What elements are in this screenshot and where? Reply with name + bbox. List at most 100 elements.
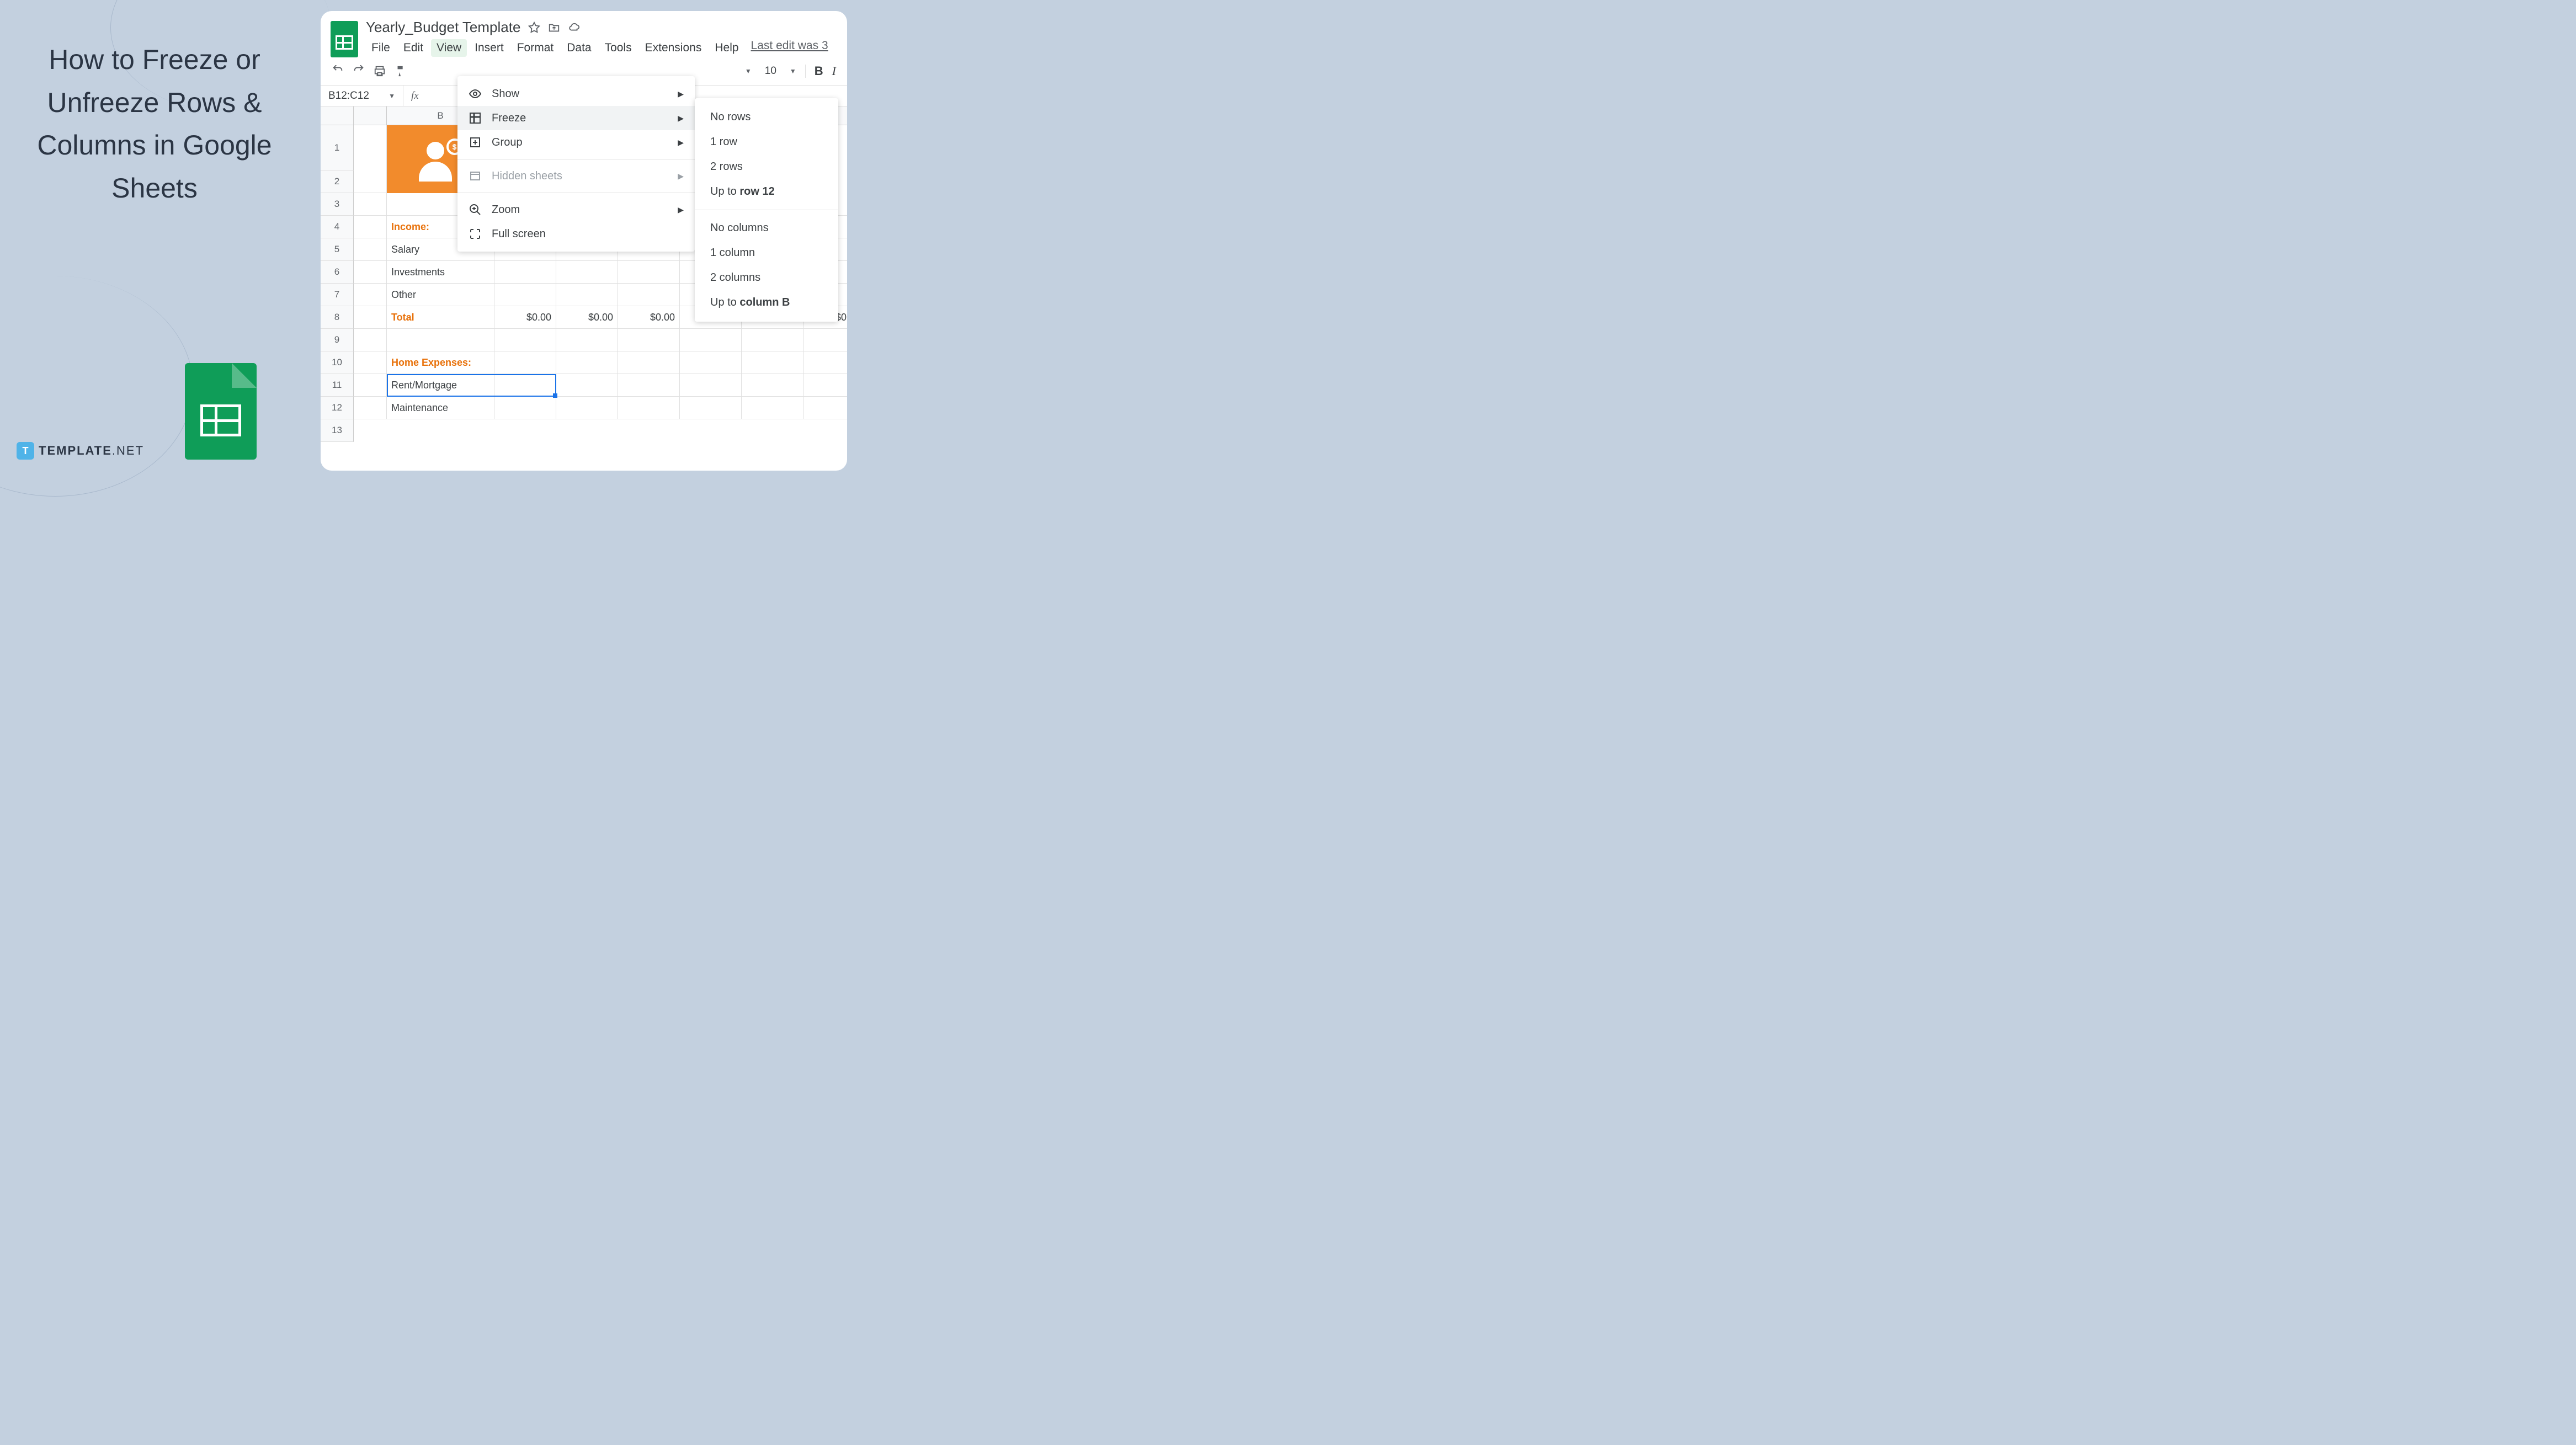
cell[interactable] xyxy=(803,329,847,351)
cell[interactable] xyxy=(742,329,803,351)
cell-total-value[interactable]: $0.00 xyxy=(618,306,680,329)
cell-total-value[interactable]: $0.00 xyxy=(556,306,618,329)
freeze-up-to-row[interactable]: Up to row 12 xyxy=(695,179,838,204)
row-header[interactable]: 6 xyxy=(321,261,354,284)
freeze-no-rows[interactable]: No rows xyxy=(695,105,838,130)
cell[interactable] xyxy=(742,397,803,419)
cell[interactable] xyxy=(556,284,618,306)
menu-extensions[interactable]: Extensions xyxy=(640,39,707,57)
dropdown-icon[interactable]: ▼ xyxy=(388,92,395,100)
cell[interactable] xyxy=(556,329,618,351)
cell[interactable] xyxy=(494,351,556,374)
cell-rent[interactable]: Rent/Mortgage xyxy=(387,374,494,397)
cell[interactable] xyxy=(556,397,618,419)
row-header[interactable]: 7 xyxy=(321,284,354,306)
menu-data[interactable]: Data xyxy=(561,39,597,57)
cell[interactable] xyxy=(387,329,494,351)
cell[interactable] xyxy=(618,374,680,397)
view-menu-freeze[interactable]: Freeze ▶ xyxy=(457,106,695,130)
star-icon[interactable] xyxy=(528,22,540,34)
menu-format[interactable]: Format xyxy=(512,39,560,57)
cell[interactable] xyxy=(556,374,618,397)
row-header[interactable]: 11 xyxy=(321,374,354,397)
row-header[interactable]: 12 xyxy=(321,397,354,419)
freeze-up-to-column[interactable]: Up to column B xyxy=(695,290,838,315)
cell[interactable] xyxy=(494,397,556,419)
last-edit-link[interactable]: Last edit was 3 xyxy=(751,39,828,57)
row-header[interactable]: 8 xyxy=(321,306,354,329)
view-menu-show[interactable]: Show ▶ xyxy=(457,82,695,106)
cell-total-label[interactable]: Total xyxy=(387,306,494,329)
freeze-2-columns[interactable]: 2 columns xyxy=(695,265,838,290)
cell[interactable] xyxy=(618,261,680,284)
cell[interactable] xyxy=(354,261,387,284)
move-folder-icon[interactable] xyxy=(548,22,560,34)
cell[interactable] xyxy=(680,397,742,419)
cell-maintenance[interactable]: Maintenance xyxy=(387,397,494,419)
cell[interactable] xyxy=(556,351,618,374)
name-box[interactable]: B12:C12 ▼ xyxy=(321,86,403,106)
dropdown-icon[interactable]: ▼ xyxy=(790,67,796,75)
menu-view[interactable]: View xyxy=(431,39,467,57)
row-header[interactable]: 13 xyxy=(321,419,354,442)
freeze-2-rows[interactable]: 2 rows xyxy=(695,154,838,179)
cloud-status-icon[interactable] xyxy=(568,22,580,34)
freeze-1-row[interactable]: 1 row xyxy=(695,130,838,154)
menu-help[interactable]: Help xyxy=(709,39,744,57)
cell-investments[interactable]: Investments xyxy=(387,261,494,284)
cell[interactable] xyxy=(354,374,387,397)
cell[interactable] xyxy=(618,397,680,419)
cell[interactable] xyxy=(354,351,387,374)
cell-home-expenses-label[interactable]: Home Expenses: xyxy=(387,351,494,374)
cell[interactable] xyxy=(803,351,847,374)
cell-total-value[interactable]: $0.00 xyxy=(494,306,556,329)
row-header[interactable]: 5 xyxy=(321,238,354,261)
row-header[interactable]: 4 xyxy=(321,216,354,238)
freeze-no-columns[interactable]: No columns xyxy=(695,216,838,241)
cell[interactable] xyxy=(354,216,387,238)
menu-tools[interactable]: Tools xyxy=(599,39,637,57)
italic-button[interactable]: I xyxy=(832,64,836,78)
cell[interactable] xyxy=(618,329,680,351)
redo-icon[interactable] xyxy=(353,65,365,77)
cell[interactable] xyxy=(742,374,803,397)
cell[interactable] xyxy=(803,374,847,397)
column-header[interactable] xyxy=(354,106,387,125)
cell[interactable] xyxy=(680,351,742,374)
cell[interactable] xyxy=(354,238,387,261)
cell[interactable] xyxy=(680,329,742,351)
row-header[interactable]: 9 xyxy=(321,329,354,351)
cell[interactable] xyxy=(680,374,742,397)
font-size-value[interactable]: 10 xyxy=(760,65,781,77)
cell[interactable] xyxy=(618,284,680,306)
cell[interactable] xyxy=(494,329,556,351)
cell[interactable] xyxy=(354,329,387,351)
document-title[interactable]: Yearly_Budget Template xyxy=(366,19,520,36)
select-all-corner[interactable] xyxy=(321,106,354,125)
menu-insert[interactable]: Insert xyxy=(469,39,509,57)
row-header[interactable]: 2 xyxy=(321,170,354,193)
cell[interactable] xyxy=(556,261,618,284)
cell[interactable] xyxy=(354,125,387,193)
cell[interactable] xyxy=(494,261,556,284)
row-header[interactable]: 10 xyxy=(321,351,354,374)
cell[interactable] xyxy=(618,351,680,374)
bold-button[interactable]: B xyxy=(815,64,823,78)
sheets-app-icon[interactable] xyxy=(331,21,358,57)
freeze-1-column[interactable]: 1 column xyxy=(695,241,838,265)
row-header[interactable]: 3 xyxy=(321,193,354,216)
cell[interactable] xyxy=(354,397,387,419)
cell[interactable] xyxy=(494,374,556,397)
cell[interactable] xyxy=(803,397,847,419)
row-header[interactable]: 1 xyxy=(321,125,354,170)
print-icon[interactable] xyxy=(374,65,386,77)
view-menu-group[interactable]: Group ▶ xyxy=(457,130,695,154)
cell[interactable] xyxy=(354,193,387,216)
cell-other[interactable]: Other xyxy=(387,284,494,306)
cell[interactable] xyxy=(354,284,387,306)
dropdown-icon[interactable]: ▼ xyxy=(745,67,752,75)
menu-edit[interactable]: Edit xyxy=(398,39,429,57)
cell[interactable] xyxy=(354,306,387,329)
undo-icon[interactable] xyxy=(332,65,344,77)
view-menu-fullscreen[interactable]: Full screen xyxy=(457,222,695,246)
